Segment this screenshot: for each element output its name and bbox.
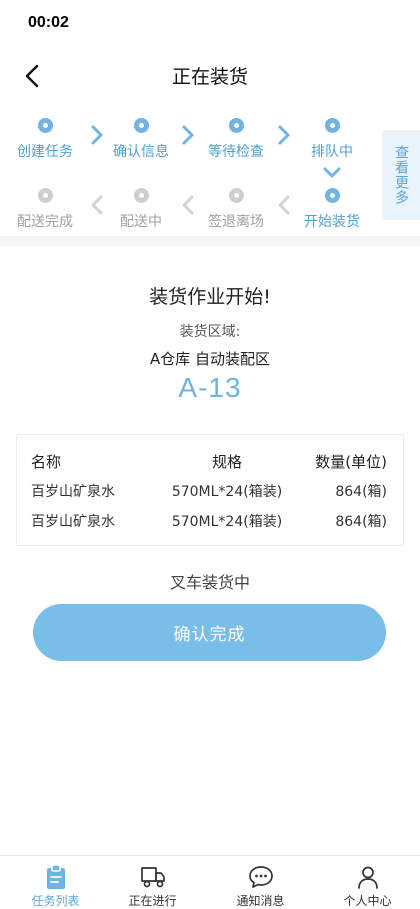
tab-label: 个人中心 (343, 894, 392, 908)
tab-label: 通知消息 (236, 894, 285, 908)
progress-steps: 创建任务 确认信息 等待检查 排队中 配送完成 配送中 签退离场 开始装货 (0, 110, 420, 236)
step-wait-inspection: 等待检查 (186, 118, 286, 161)
tab-label: 正在进行 (128, 894, 177, 908)
tab-label: 任务列表 (31, 894, 80, 908)
confirm-complete-button[interactable]: 确认完成 (33, 604, 386, 661)
table-row: 百岁山矿泉水 570ML*24(箱装) 864(箱) (17, 475, 403, 505)
loading-area-name: A仓库 自动装配区 (149, 350, 271, 368)
step-confirm-info: 确认信息 (91, 118, 191, 161)
loading-area-code: A-13 (178, 372, 242, 403)
table-row: 百岁山矿泉水 570ML*24(箱装) 864(箱) (17, 505, 403, 535)
step-dot (133, 188, 149, 203)
see-more-button[interactable]: 查看更多 (382, 130, 420, 220)
step-label: 排队中 (311, 144, 353, 160)
cell-spec: 570ML*24(箱装) (171, 484, 283, 500)
cell-name: 百岁山矿泉水 (31, 484, 115, 500)
job-title: 装货作业开始! (149, 286, 271, 308)
step-dot (37, 118, 53, 133)
step-label: 签退离场 (208, 214, 264, 230)
step-start-loading: 开始装货 (282, 188, 382, 231)
status-bar: 00:02 (0, 0, 420, 48)
step-label: 等待检查 (208, 144, 264, 160)
step-create-task: 创建任务 (0, 118, 95, 161)
step-label: 配送完成 (17, 214, 73, 230)
cell-qty: 864(箱) (335, 484, 387, 500)
step-delivery-complete: 配送完成 (0, 188, 95, 231)
step-dot (324, 188, 340, 203)
bottom-tab-bar: 任务列表 正在进行 通知消息 个人中心 (0, 855, 420, 909)
page-title: 正在装货 (171, 66, 248, 88)
cell-spec: 570ML*24(箱装) (171, 514, 283, 530)
header-qty: 数量(单位) (315, 453, 387, 471)
tab-notifications[interactable]: 通知消息 (208, 856, 313, 909)
see-more-label: 查看更多 (393, 145, 409, 205)
step-queueing: 排队中 (282, 118, 382, 161)
loading-area-label: 装货区域: (179, 324, 241, 340)
clipboard-icon (46, 864, 65, 889)
chevron-down-icon (323, 167, 341, 178)
step-label: 开始装货 (304, 214, 360, 230)
step-label: 配送中 (120, 214, 162, 230)
nav-bar: 正在装货 (0, 48, 420, 104)
user-icon (357, 866, 378, 889)
table-header: 名称 规格 数量(单位) (17, 445, 403, 475)
loading-status: 叉车装货中 (169, 573, 250, 592)
header-spec: 规格 (211, 453, 242, 471)
goods-table: 名称 规格 数量(单位) 百岁山矿泉水 570ML*24(箱装) 864(箱) … (16, 434, 404, 546)
step-dot (324, 118, 340, 133)
cell-name: 百岁山矿泉水 (31, 514, 115, 530)
header-name: 名称 (31, 453, 62, 471)
truck-icon (140, 867, 165, 888)
tab-task-list[interactable]: 任务列表 (3, 856, 108, 909)
step-checkout-leave: 签退离场 (186, 188, 286, 231)
status-time: 00:02 (28, 14, 69, 31)
section-divider (0, 236, 420, 246)
step-delivering: 配送中 (91, 188, 191, 231)
cell-qty: 864(箱) (335, 514, 387, 530)
tab-in-progress[interactable]: 正在进行 (100, 856, 205, 909)
step-dot (133, 118, 149, 133)
confirm-complete-label: 确认完成 (173, 625, 246, 645)
chat-bubble-icon (248, 866, 273, 888)
tab-profile[interactable]: 个人中心 (315, 856, 420, 909)
step-label: 创建任务 (17, 144, 73, 160)
step-dot (228, 118, 244, 133)
step-label: 确认信息 (113, 144, 169, 160)
step-dot (37, 188, 53, 203)
step-dot (228, 188, 244, 203)
